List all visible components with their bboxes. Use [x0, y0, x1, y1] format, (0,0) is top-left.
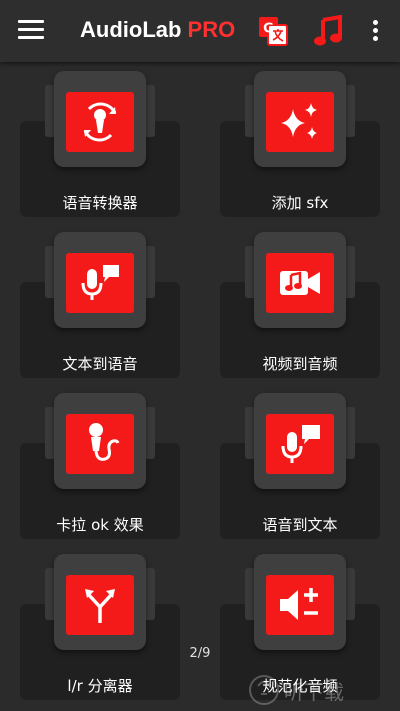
app-bar: AudioLab PRO G [0, 0, 400, 62]
sparkle-icon [266, 92, 334, 152]
music-note-icon[interactable] [313, 14, 343, 47]
voice-changer-icon [66, 92, 134, 152]
tile-label: 添加 sfx [271, 194, 329, 212]
tile-text-to-speech[interactable]: 文本到语音 [20, 228, 180, 378]
tile-karaoke-effect[interactable]: 卡拉 ok 效果 [20, 389, 180, 539]
tile-label: 视频到音频 [262, 355, 338, 373]
video-music-icon [266, 253, 334, 313]
mic-speech-icon [66, 253, 134, 313]
hamburger-menu-icon[interactable] [18, 20, 44, 42]
watermark-text: 听下载 [284, 680, 344, 704]
tile-label: 语音转换器 [62, 194, 138, 212]
app-title-main: AudioLab [80, 17, 182, 42]
tools-grid: 语音转换器 添加 sfx 文本到语音 视频到音频 卡拉 ok 效果 语音到文本 … [0, 62, 400, 711]
tile-label: 卡拉 ok 效果 [56, 516, 144, 534]
split-arrows-icon [66, 575, 134, 635]
tile-label: 文本到语音 [62, 355, 138, 373]
volume-normalize-icon [266, 575, 334, 635]
translate-glyph: G [263, 22, 274, 37]
app-title-pro: PRO [181, 17, 236, 42]
karaoke-mic-icon [66, 414, 134, 474]
app-title: AudioLab PRO [80, 17, 235, 43]
tile-lr-splitter[interactable]: l/r 分离器 [20, 550, 180, 700]
tile-voice-changer[interactable]: 语音转换器 [20, 67, 180, 217]
watermark: 听下载 [244, 666, 400, 711]
page-indicator: 2/9 [189, 646, 211, 661]
tile-add-sfx[interactable]: 添加 sfx [220, 67, 380, 217]
tile-video-to-audio[interactable]: 视频到音频 [220, 228, 380, 378]
tile-label: 语音到文本 [262, 516, 338, 534]
tile-label: l/r 分离器 [67, 677, 133, 695]
tile-speech-to-text[interactable]: 语音到文本 [220, 389, 380, 539]
translate-icon[interactable]: G [256, 14, 290, 48]
watermark-logo-icon [249, 675, 279, 705]
more-vert-icon[interactable] [366, 20, 384, 42]
mic-speech-text-icon [266, 414, 334, 474]
